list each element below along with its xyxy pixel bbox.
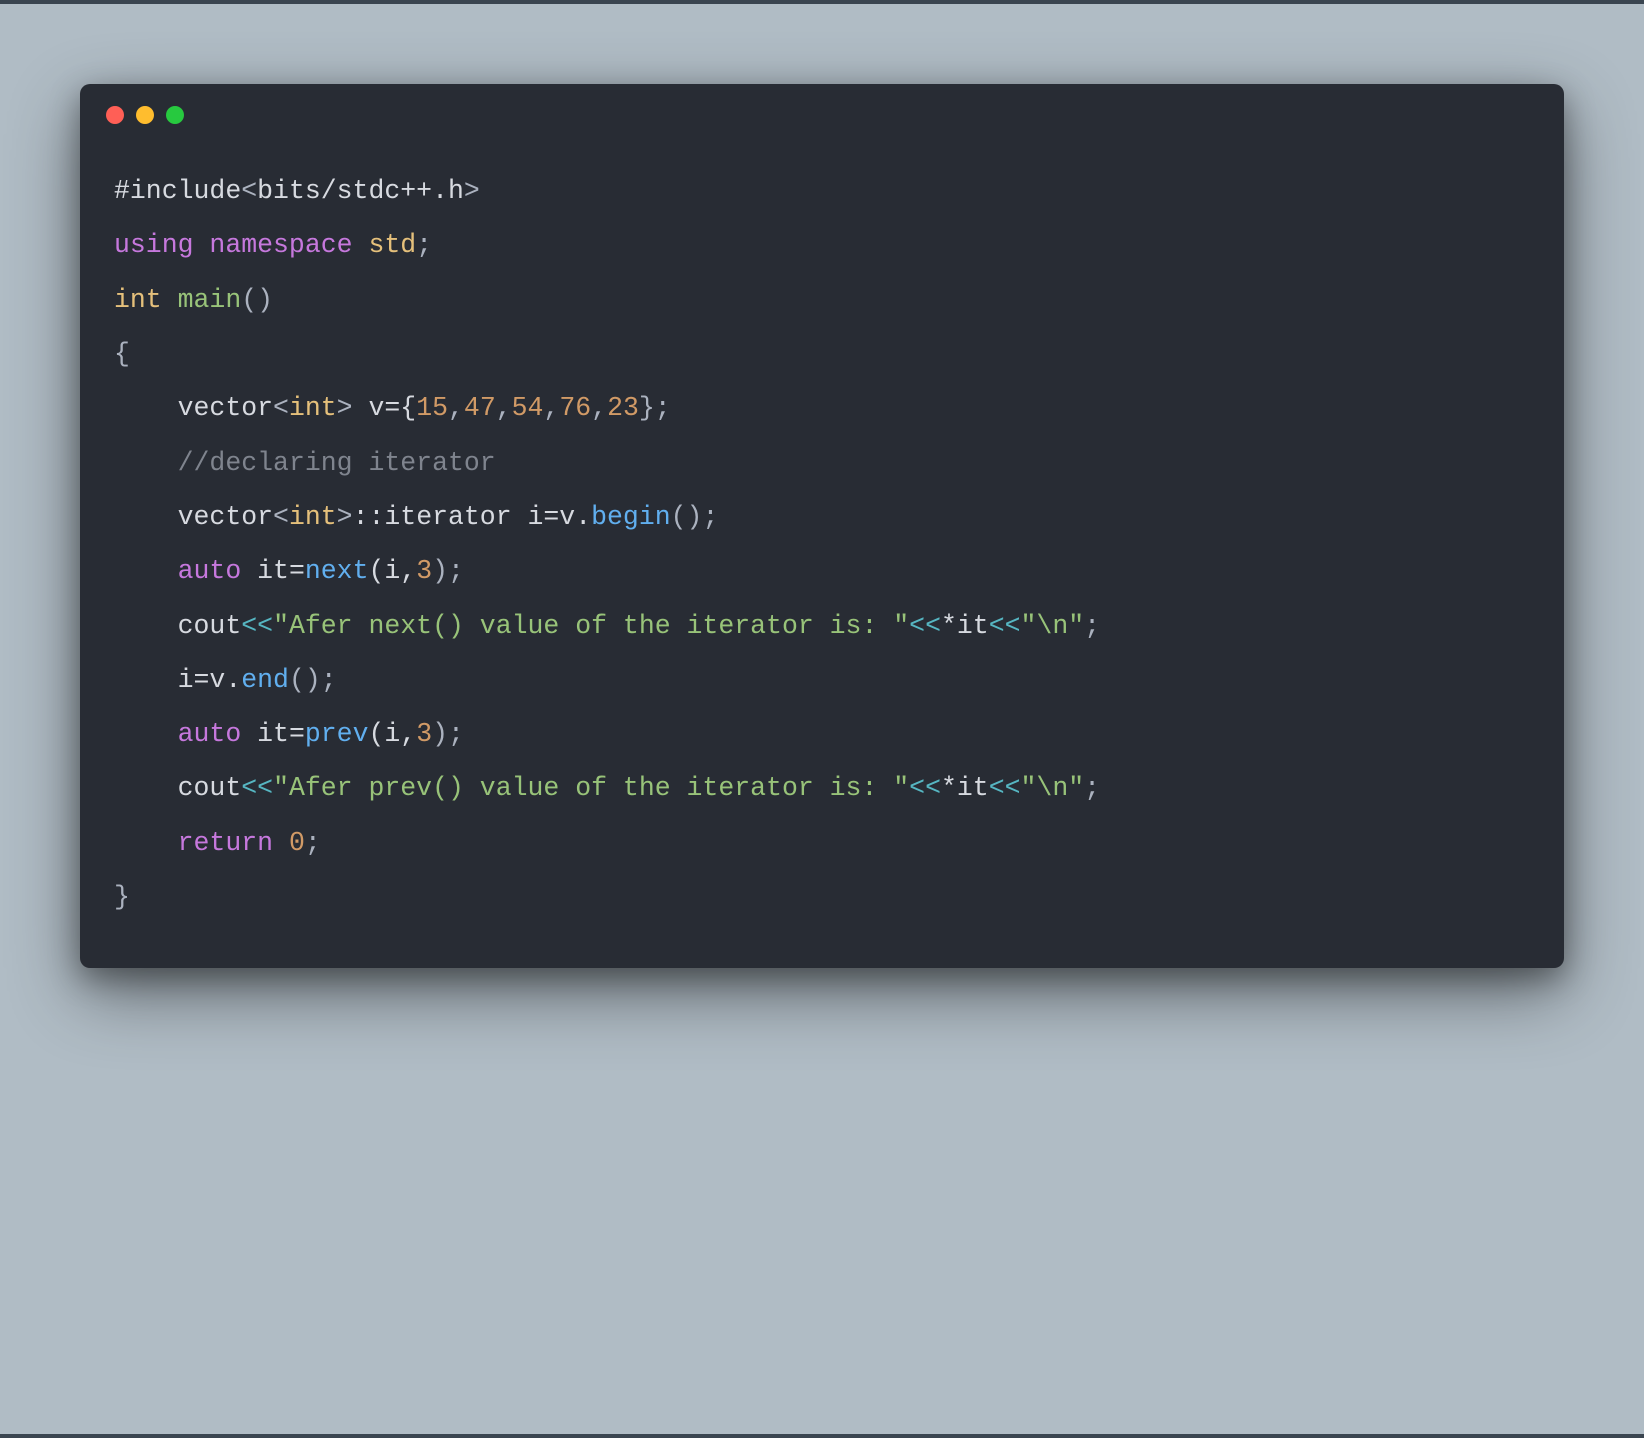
tok-num: 47: [464, 393, 496, 423]
tok-num: 54: [512, 393, 544, 423]
tok-std: std: [368, 230, 416, 260]
tok-op: <<: [909, 611, 941, 641]
tok-gt: >: [464, 176, 480, 206]
page-frame: #include<bits/stdc++.h> using namespace …: [0, 0, 1644, 1438]
code-line: i=v.end();: [114, 665, 337, 695]
tok-int: int: [114, 285, 162, 315]
tok-op: <<: [241, 611, 273, 641]
tok-vector: vector: [178, 502, 273, 532]
tok-path: bits/stdc++.h: [257, 176, 464, 206]
indent: [114, 556, 178, 586]
tok-tail: ();: [289, 665, 337, 695]
tok-return: return: [178, 828, 273, 858]
tok-auto: auto: [178, 556, 242, 586]
tok-comma: ,: [448, 393, 464, 423]
tok-end-fn: end: [241, 665, 289, 695]
close-icon[interactable]: [106, 106, 124, 124]
tok-assign: v={: [353, 393, 417, 423]
tok-semi: ;: [416, 230, 432, 260]
tok-op: <<: [989, 611, 1021, 641]
tok-semi: ;: [305, 828, 321, 858]
tok-num: 76: [559, 393, 591, 423]
tok-num: 23: [607, 393, 639, 423]
tok-cout: cout: [178, 773, 242, 803]
code-line: auto it=next(i,3);: [114, 556, 464, 586]
tok-vector: vector: [178, 393, 273, 423]
tok-parens: (): [241, 285, 273, 315]
tok-semi: ;: [1084, 773, 1100, 803]
code-line: vector<int>::iterator i=v.begin();: [114, 502, 718, 532]
zoom-icon[interactable]: [166, 106, 184, 124]
tok-lt: <: [273, 393, 289, 423]
tok-comma: ,: [591, 393, 607, 423]
indent: [114, 719, 178, 749]
space: [273, 828, 289, 858]
tok-next: next: [305, 556, 369, 586]
indent: [114, 773, 178, 803]
tok-close: );: [432, 556, 464, 586]
code-line: cout<<"Afer prev() value of the iterator…: [114, 773, 1100, 803]
tok-deref: *it: [941, 611, 989, 641]
tok-int: int: [289, 502, 337, 532]
indent: [114, 828, 178, 858]
tok-lt: <: [241, 176, 257, 206]
tok-num: 15: [416, 393, 448, 423]
indent: [114, 448, 178, 478]
tok-string: "Afer prev() value of the iterator is: ": [273, 773, 909, 803]
minimize-icon[interactable]: [136, 106, 154, 124]
tok-string: "\n": [1021, 611, 1085, 641]
tok-main: main: [178, 285, 242, 315]
tok-deref: *it: [941, 773, 989, 803]
tok-it: it=: [241, 556, 305, 586]
code-window: #include<bits/stdc++.h> using namespace …: [80, 84, 1564, 968]
tok-cout: cout: [178, 611, 242, 641]
tok-comma: ,: [496, 393, 512, 423]
indent: [114, 393, 178, 423]
tok-op: <<: [909, 773, 941, 803]
code-line: int main(): [114, 285, 273, 315]
tok-semi: ;: [1084, 611, 1100, 641]
tok-it: it=: [241, 719, 305, 749]
tok-close: );: [432, 719, 464, 749]
code-block: #include<bits/stdc++.h> using namespace …: [80, 134, 1564, 968]
code-line: return 0;: [114, 828, 321, 858]
code-line: auto it=prev(i,3);: [114, 719, 464, 749]
tok-op: <<: [241, 773, 273, 803]
tok-num: 3: [416, 719, 432, 749]
code-line: using namespace std;: [114, 230, 432, 260]
indent: [114, 502, 178, 532]
tok-op: <<: [989, 773, 1021, 803]
tok-prev: prev: [305, 719, 369, 749]
tok-decl: ::iterator i=v.: [353, 502, 592, 532]
code-line: }: [114, 882, 130, 912]
code-line: #include<bits/stdc++.h>: [114, 176, 480, 206]
tok-end: };: [639, 393, 671, 423]
tok-comment: //declaring iterator: [178, 448, 496, 478]
tok-auto: auto: [178, 719, 242, 749]
tok-tail: ();: [671, 502, 719, 532]
tok-begin: begin: [591, 502, 671, 532]
tok-body: i=v.: [178, 665, 242, 695]
tok-num: 3: [416, 556, 432, 586]
code-line: cout<<"Afer next() value of the iterator…: [114, 611, 1100, 641]
tok-using: using: [114, 230, 194, 260]
tok-lt: <: [273, 502, 289, 532]
tok-namespace: namespace: [209, 230, 352, 260]
tok-open: (i,: [369, 556, 417, 586]
tok-comma: ,: [543, 393, 559, 423]
tok-gt: >: [337, 502, 353, 532]
tok-string: "\n": [1021, 773, 1085, 803]
tok-gt: >: [337, 393, 353, 423]
tok-string: "Afer next() value of the iterator is: ": [273, 611, 909, 641]
tok-num: 0: [289, 828, 305, 858]
tok-include: #include: [114, 176, 241, 206]
code-line: //declaring iterator: [114, 448, 496, 478]
indent: [114, 665, 178, 695]
titlebar: [80, 84, 1564, 134]
tok-open: (i,: [369, 719, 417, 749]
tok-int: int: [289, 393, 337, 423]
indent: [114, 611, 178, 641]
code-line: {: [114, 339, 130, 369]
code-line: vector<int> v={15,47,54,76,23};: [114, 393, 671, 423]
